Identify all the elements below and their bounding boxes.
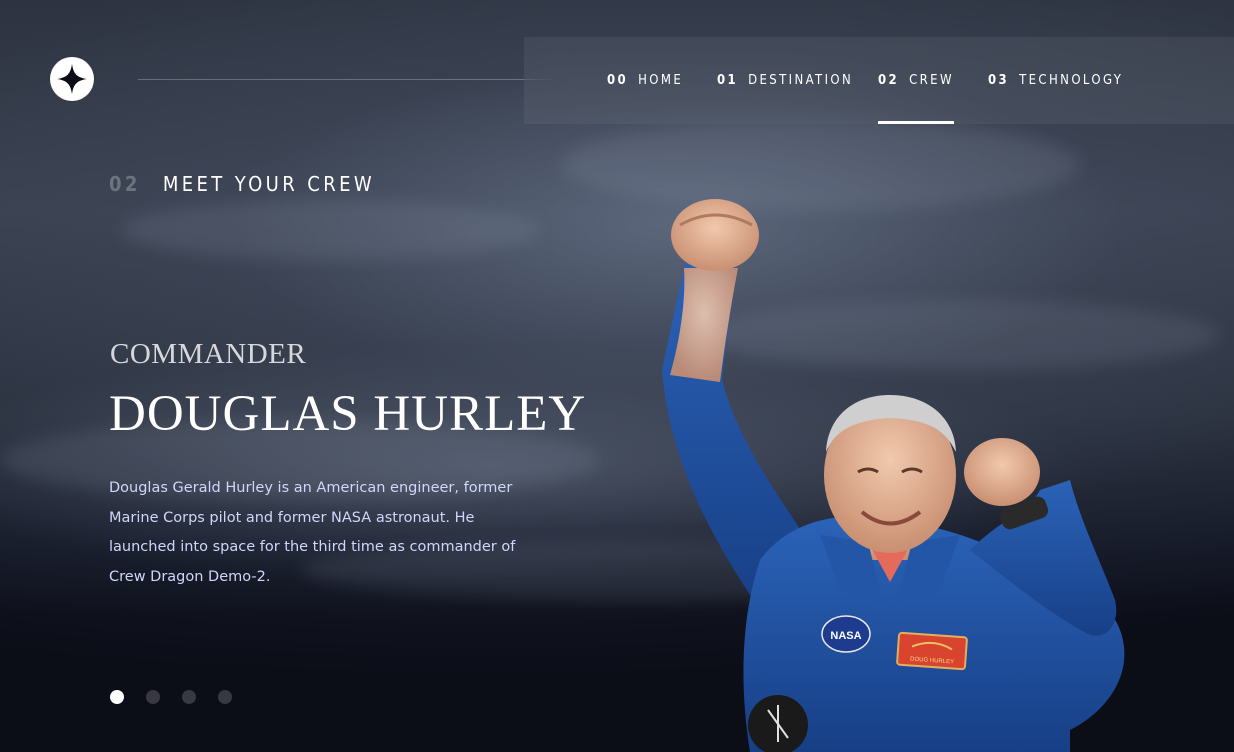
crew-page: 00 HOME 01 DESTINATION 02 CREW 03 TECHNO… [0,0,1234,752]
star-logo-icon[interactable] [50,57,94,101]
nav-technology[interactable]: 03 TECHNOLOGY [988,37,1123,124]
main-nav: 00 HOME 01 DESTINATION 02 CREW 03 TECHNO… [524,37,1234,124]
nav-crew[interactable]: 02 CREW [878,37,954,124]
nav-home[interactable]: 00 HOME [607,37,683,124]
header-divider [138,79,552,80]
nav-label: TECHNOLOGY [1019,73,1124,88]
cloud-texture [120,200,540,260]
slider-dot-3[interactable] [182,690,196,704]
crew-name: DOUGLAS HURLEY [109,386,587,442]
nav-destination[interactable]: 01 DESTINATION [717,37,853,124]
nav-number: 02 [878,73,900,88]
slider-dot-2[interactable] [146,690,160,704]
page-title-text: MEET YOUR CREW [162,172,376,196]
crew-bio: Douglas Gerald Hurley is an American eng… [109,480,516,585]
nasa-badge-text: NASA [830,630,861,642]
page-title: 02 MEET YOUR CREW [109,172,375,196]
nav-number: 03 [988,73,1010,88]
nav-number: 01 [717,73,739,88]
nav-label: DESTINATION [748,73,854,88]
crew-role: COMMANDER [110,338,307,370]
nav-label: CREW [909,73,954,88]
page-title-number: 02 [109,172,141,196]
crew-member-image: NASA DOUG HURLEY [662,199,1125,752]
slider-dot-1[interactable] [110,690,124,704]
nav-number: 00 [607,73,629,88]
crew-slider-dots [110,690,232,704]
slider-dot-4[interactable] [218,690,232,704]
nav-label: HOME [638,73,684,88]
